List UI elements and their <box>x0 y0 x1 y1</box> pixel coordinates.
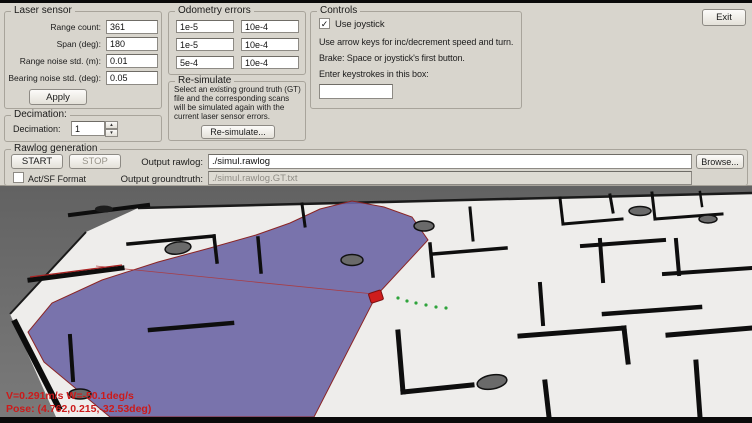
apply-button[interactable]: Apply <box>29 89 87 105</box>
exit-button[interactable]: Exit <box>702 9 746 26</box>
controls-group-title: Controls <box>317 5 360 17</box>
decimation-spin-buttons: ▲ ▼ <box>105 121 118 136</box>
controls-hint-arrows: Use arrow keys for inc/decrement speed a… <box>319 37 513 47</box>
bearing-noise-label: Bearing noise std. (deg): <box>8 73 101 83</box>
odometry-error-input-2-1[interactable] <box>241 56 299 69</box>
map-wall-blob <box>95 206 113 213</box>
output-groundtruth-input <box>208 171 692 185</box>
keystroke-input[interactable] <box>319 84 393 99</box>
spinner-up-icon[interactable]: ▲ <box>105 121 118 129</box>
laser-field-row: Span (deg): <box>7 37 159 51</box>
resimulate-group: Re-simulate Select an existing ground tr… <box>168 81 306 141</box>
actsf-format-checkbox[interactable] <box>13 172 24 183</box>
range-count-input[interactable] <box>106 20 158 34</box>
start-button[interactable]: START <box>11 154 63 169</box>
settings-panel: Laser sensor Range count: Span (deg): Ra… <box>0 3 752 186</box>
hud-velocity-text: V=0.291m/s W=-50.1deg/s <box>6 390 134 402</box>
range-count-label: Range count: <box>50 22 101 32</box>
decimation-group: Decimation: Decimation: ▲ ▼ <box>4 115 162 142</box>
decimation-label: Decimation: <box>13 124 61 134</box>
controls-hint-keystrokes: Enter keystrokes in this box: <box>319 69 429 79</box>
odometry-error-input-0-1[interactable] <box>241 20 299 33</box>
controls-hint-brake: Brake: Space or joystick's first button. <box>319 53 465 63</box>
laser-field-row: Range noise std. (m): <box>7 54 159 68</box>
use-joystick-checkbox[interactable]: ✓ <box>319 18 330 29</box>
resimulate-button[interactable]: Re-simulate... <box>201 125 275 139</box>
output-rawlog-label: Output rawlog: <box>115 157 203 168</box>
controls-group: Controls ✓ Use joystick Use arrow keys f… <box>310 11 522 109</box>
decimation-group-title: Decimation: <box>11 109 70 121</box>
odometry-error-input-0-0[interactable] <box>176 20 234 33</box>
3d-viewport[interactable]: V=0.291m/s W=-50.1deg/s Pose: (4.762,0.2… <box>0 186 752 417</box>
bearing-noise-input[interactable] <box>106 71 158 85</box>
odometry-errors-group-title: Odometry errors <box>175 5 254 17</box>
odometry-error-input-1-0[interactable] <box>176 38 234 51</box>
decimation-spinner[interactable] <box>71 121 105 136</box>
gridmap-scene <box>0 186 752 417</box>
laser-sensor-group: Laser sensor Range count: Span (deg): Ra… <box>4 11 162 109</box>
range-noise-input[interactable] <box>106 54 158 68</box>
rawlog-generation-group: Rawlog generation START STOP Output rawl… <box>4 149 748 186</box>
checkmark-icon: ✓ <box>321 19 329 29</box>
gridmap-simulator-window: Laser sensor Range count: Span (deg): Ra… <box>0 0 752 423</box>
output-rawlog-input[interactable] <box>208 154 692 169</box>
laser-sensor-group-title: Laser sensor <box>11 5 75 17</box>
odometry-errors-group: Odometry errors <box>168 11 306 75</box>
laser-field-row: Bearing noise std. (deg): <box>7 71 159 85</box>
range-noise-label: Range noise std. (m): <box>20 56 101 66</box>
odometry-error-input-2-0[interactable] <box>176 56 234 69</box>
actsf-format-label: Act/SF Format <box>28 174 86 184</box>
use-joystick-label: Use joystick <box>335 19 384 30</box>
span-deg-label: Span (deg): <box>57 39 101 49</box>
resimulate-description: Select an existing ground truth (GT) fil… <box>174 85 301 121</box>
bottom-black-bar <box>0 417 752 423</box>
laser-field-row: Range count: <box>7 20 159 34</box>
browse-button[interactable]: Browse... <box>696 154 744 169</box>
hud-pose-text: Pose: (4.762,0.215,-32.53deg) <box>6 403 151 415</box>
stop-button[interactable]: STOP <box>69 154 121 169</box>
output-groundtruth-label: Output groundtruth: <box>101 174 203 185</box>
odometry-error-input-1-1[interactable] <box>241 38 299 51</box>
spinner-down-icon[interactable]: ▼ <box>105 129 118 137</box>
span-deg-input[interactable] <box>106 37 158 51</box>
